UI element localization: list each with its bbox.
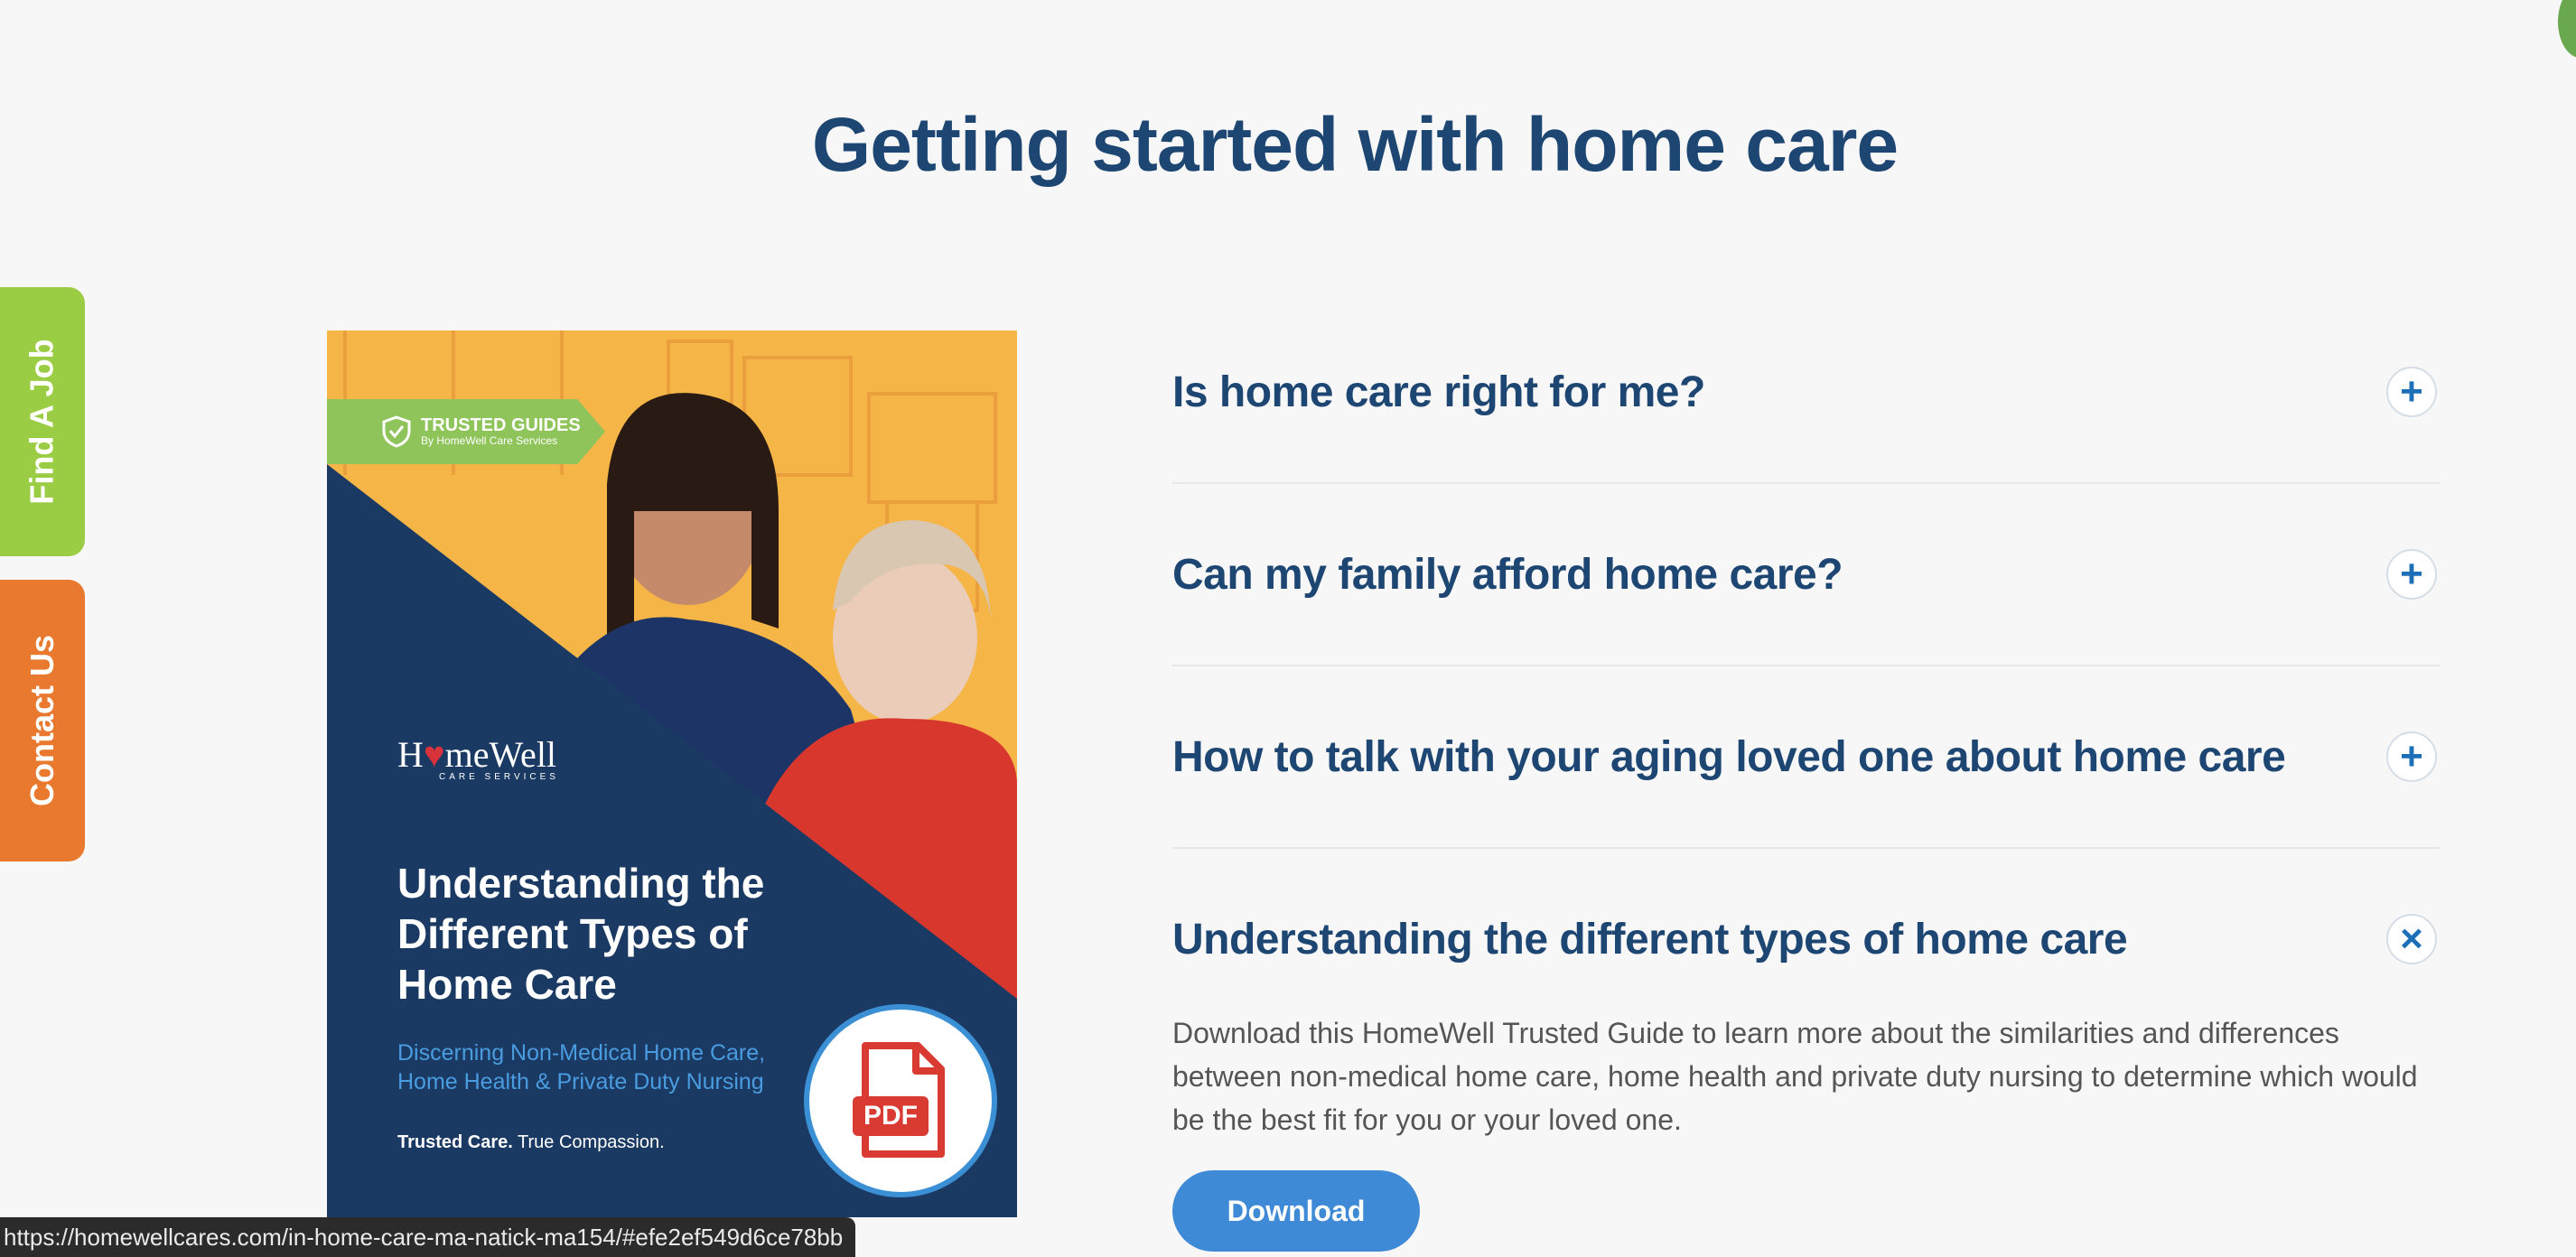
faq-item: Can my family afford home care? + xyxy=(1172,484,2441,666)
corner-avatar-fragment xyxy=(2558,0,2576,58)
badge-title: TRUSTED GUIDES xyxy=(421,415,581,436)
guide-title: Understanding the Different Types of Hom… xyxy=(397,860,765,1009)
faq-question: Is home care right for me? xyxy=(1172,368,1705,416)
faq-question: How to talk with your aging loved one ab… xyxy=(1172,732,2286,781)
faq-accordion: Is home care right for me? + Can my fami… xyxy=(1172,302,2441,1252)
download-button[interactable]: Download xyxy=(1172,1170,1420,1252)
expand-plus-icon[interactable]: + xyxy=(2386,549,2437,600)
guide-subtitle: Discerning Non-Medical Home Care, Home H… xyxy=(397,1040,766,1094)
faq-header-talk[interactable]: How to talk with your aging loved one ab… xyxy=(1172,666,2441,847)
faq-item: Is home care right for me? + xyxy=(1172,302,2441,484)
homewell-logo: H♥meWell CARE SERVICES xyxy=(397,733,559,782)
faq-header-home-care-right[interactable]: Is home care right for me? + xyxy=(1172,302,2441,482)
faq-header-types[interactable]: Understanding the different types of hom… xyxy=(1172,849,2441,1029)
pdf-download-badge[interactable]: PDF xyxy=(804,1004,997,1197)
expand-plus-icon[interactable]: + xyxy=(2386,731,2437,782)
contact-us-label: Contact Us xyxy=(23,634,61,807)
find-a-job-label: Find A Job xyxy=(23,339,61,505)
faq-question: Can my family afford home care? xyxy=(1172,550,1843,599)
contact-us-tab[interactable]: Contact Us xyxy=(0,580,85,861)
status-bar-url: https://homewellcares.com/in-home-care-m… xyxy=(0,1217,856,1257)
heart-icon: ♥ xyxy=(423,734,445,775)
faq-question: Understanding the different types of hom… xyxy=(1172,915,2128,964)
guide-cover-image[interactable]: TRUSTED GUIDES By HomeWell Care Services… xyxy=(327,331,1017,1217)
faq-header-afford[interactable]: Can my family afford home care? + xyxy=(1172,484,2441,665)
faq-item-open: Understanding the different types of hom… xyxy=(1172,849,2441,1252)
expand-plus-icon[interactable]: + xyxy=(2386,367,2437,417)
tagline-rest: True Compassion. xyxy=(512,1132,665,1152)
page-title: Getting started with home care xyxy=(811,102,1899,187)
shield-check-icon xyxy=(382,415,411,448)
logo-tagline: CARE SERVICES xyxy=(439,772,559,782)
collapse-close-icon[interactable]: × xyxy=(2386,914,2437,964)
logo-text-end: meWell xyxy=(444,734,557,775)
find-a-job-tab[interactable]: Find A Job xyxy=(0,287,85,556)
faq-answer: Download this HomeWell Trusted Guide to … xyxy=(1172,1017,2418,1136)
trusted-guides-badge: TRUSTED GUIDES By HomeWell Care Services xyxy=(327,399,605,464)
tagline-bold: Trusted Care. xyxy=(397,1132,513,1152)
badge-subtitle: By HomeWell Care Services xyxy=(421,434,558,448)
guide-tagline: Trusted Care. True Compassion. xyxy=(397,1132,665,1153)
logo-text-start: H xyxy=(397,734,424,775)
faq-item: How to talk with your aging loved one ab… xyxy=(1172,666,2441,849)
pdf-label: PDF xyxy=(853,1096,929,1136)
